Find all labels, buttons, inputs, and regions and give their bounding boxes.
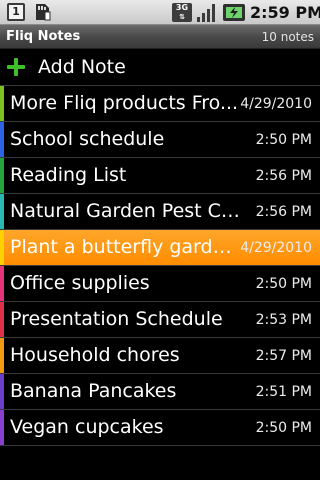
battery-charging-icon [223,4,245,21]
plus-icon [6,57,26,77]
note-date: 2:50 PM [255,276,312,292]
note-title: Office supplies [10,272,150,294]
network-3g-icon: 3G ⇅ [172,3,192,22]
note-color-bar [0,374,4,409]
sd-card-icon [36,4,51,21]
signal-strength-icon [197,4,215,22]
note-title: Natural Garden Pest Co... [10,200,240,222]
add-note-label: Add Note [38,56,126,78]
note-date: 2:53 PM [255,312,312,328]
note-title: Banana Pancakes [10,380,177,402]
note-row[interactable]: School schedule 2:50 PM [0,122,320,158]
note-row[interactable]: Vegan cupcakes 2:50 PM [0,410,320,446]
note-title: Household chores [10,344,180,366]
status-bar: 1 3G ⇅ 2:59 PM [0,0,320,25]
app-title: Fliq Notes [6,29,81,44]
note-title: Presentation Schedule [10,308,223,330]
note-date: 2:56 PM [255,168,312,184]
note-title: More Fliq products Fro... [10,92,239,114]
note-date: 2:50 PM [255,132,312,148]
note-title: Vegan cupcakes [10,416,164,438]
note-title: Plant a butterfly garde... [10,236,240,258]
note-color-bar [0,86,4,121]
note-color-bar [0,230,4,265]
note-count: 10 notes [261,30,314,44]
note-color-bar [0,302,4,337]
note-date: 2:50 PM [255,420,312,436]
note-date: 2:57 PM [255,348,312,364]
note-color-bar [0,194,4,229]
note-color-bar [0,158,4,193]
title-bar: Fliq Notes 10 notes [0,25,320,49]
note-list: More Fliq products Fro... 4/29/2010 Scho… [0,86,320,446]
note-color-bar [0,410,4,445]
note-row[interactable]: Natural Garden Pest Co... 2:56 PM [0,194,320,230]
note-row[interactable]: Household chores 2:57 PM [0,338,320,374]
network-label: 3G [175,3,189,12]
note-color-bar [0,122,4,157]
note-title: Reading List [10,164,127,186]
note-row[interactable]: Banana Pancakes 2:51 PM [0,374,320,410]
note-date: 4/29/2010 [240,240,312,256]
note-title: School schedule [10,128,165,150]
note-row[interactable]: Reading List 2:56 PM [0,158,320,194]
note-date: 2:56 PM [255,204,312,220]
note-date: 2:51 PM [255,384,312,400]
note-color-bar [0,338,4,373]
note-date: 4/29/2010 [240,96,312,112]
note-row[interactable]: Presentation Schedule 2:53 PM [0,302,320,338]
note-row[interactable]: Office supplies 2:50 PM [0,266,320,302]
note-color-bar [0,266,4,301]
status-clock: 2:59 PM [250,3,320,22]
note-row[interactable]: More Fliq products Fro... 4/29/2010 [0,86,320,122]
note-row-selected[interactable]: Plant a butterfly garde... 4/29/2010 [0,230,320,266]
add-note-button[interactable]: Add Note [0,49,320,86]
sim-card-icon: 1 [7,3,25,21]
